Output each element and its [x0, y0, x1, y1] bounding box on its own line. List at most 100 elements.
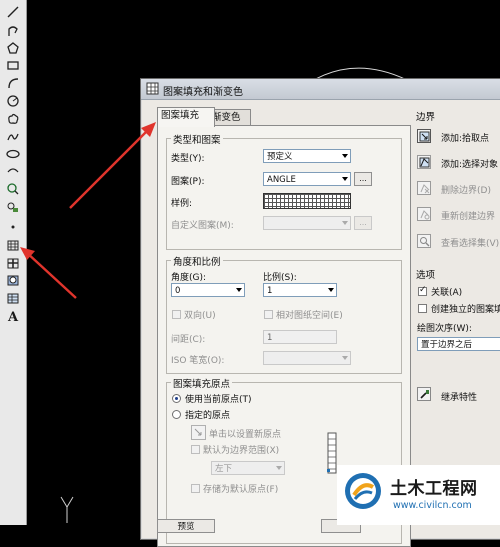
arc-tool-icon[interactable]: [6, 76, 20, 90]
draw-toolbar: A: [0, 0, 27, 525]
pattern-browse-button[interactable]: ...: [354, 172, 372, 186]
recreate-boundary-label: 重新创建边界: [441, 212, 496, 222]
pattern-swatch[interactable]: [263, 193, 351, 209]
remove-boundaries-button[interactable]: [417, 181, 431, 195]
watermark-url: www.civilcn.com: [393, 500, 472, 511]
pick-points-icon: [419, 131, 429, 141]
boundary-title: 边界: [416, 112, 436, 123]
use-current-origin-radio[interactable]: [172, 394, 181, 403]
view-selections-label: 查看选择集(V): [441, 239, 500, 249]
add-pick-points-label: 添加:拾取点: [441, 134, 490, 144]
draw-order-label: 绘图次序(W):: [417, 324, 472, 334]
custom-pattern-label: 自定义图案(M):: [171, 221, 234, 231]
magnifier-icon: [419, 236, 429, 246]
add-pick-points-button[interactable]: [417, 129, 431, 143]
associative-label: 关联(A): [431, 288, 463, 298]
preview-button[interactable]: 预览: [157, 519, 215, 533]
ellipse-arc-tool-icon[interactable]: [6, 164, 20, 178]
chevron-down-icon: [342, 221, 348, 225]
chevron-down-icon: [342, 154, 348, 158]
recreate-boundary-button[interactable]: [417, 207, 431, 221]
use-current-origin-label: 使用当前原点(T): [185, 395, 252, 405]
create-separate-hatches-label: 创建独立的图案填充: [431, 305, 500, 315]
inherit-properties-label: 继承特性: [441, 393, 478, 403]
dialog-titlebar[interactable]: 图案填充和渐变色: [141, 79, 500, 100]
inherit-properties-button[interactable]: [417, 387, 431, 401]
ucs-icon: [60, 496, 74, 523]
pattern-select[interactable]: ANGLE: [263, 172, 351, 186]
polygon-tool-icon[interactable]: [6, 41, 20, 55]
add-select-objects-label: 添加:选择对象: [441, 160, 499, 170]
angle-and-scale-title: 角度和比例: [171, 254, 223, 268]
region-tool-icon[interactable]: [6, 273, 20, 287]
chevron-down-icon: [342, 356, 348, 360]
dialog-title: 图案填充和渐变色: [163, 87, 243, 98]
remove-boundaries-label: 删除边界(D): [441, 186, 491, 196]
ellipse-tool-icon[interactable]: [6, 147, 20, 161]
pattern-label: 图案(P):: [171, 177, 205, 187]
rectangle-tool-icon[interactable]: [6, 58, 20, 72]
specified-origin-label: 指定的原点: [185, 411, 231, 421]
options-title: 选项: [416, 270, 436, 281]
custom-pattern-browse-button[interactable]: ...: [354, 216, 372, 230]
type-label: 类型(Y):: [171, 154, 205, 164]
type-select[interactable]: 预定义: [263, 149, 351, 163]
spacing-label: 间距(C):: [171, 335, 206, 345]
view-selections-button[interactable]: [417, 234, 431, 248]
store-default-origin-checkbox[interactable]: [191, 484, 200, 493]
iso-pen-width-label: ISO 笔宽(O):: [171, 356, 225, 366]
line-tool-icon[interactable]: [6, 5, 20, 19]
relative-to-paper-checkbox[interactable]: [264, 310, 273, 319]
hatch-origin-title: 图案填充原点: [171, 376, 233, 390]
angle-select[interactable]: 0: [171, 283, 245, 297]
pick-point-icon: [194, 428, 202, 436]
tab-hatch[interactable]: 图案填充: [157, 107, 215, 127]
watermark: 土木工程网 www.civilcn.com: [337, 465, 500, 525]
extent-position-select[interactable]: 左下: [211, 461, 285, 475]
watermark-title: 土木工程网: [390, 479, 478, 499]
double-label: 双向(U): [184, 311, 216, 321]
table-tool-icon[interactable]: [6, 291, 20, 305]
chevron-down-icon: [328, 288, 334, 292]
angle-and-scale-group: 角度和比例 角度(G): 0 比例(S): 1 双向(U) 相对图纸空间(E) …: [166, 254, 402, 374]
add-select-objects-button[interactable]: [417, 155, 431, 169]
make-block-tool-icon[interactable]: [6, 200, 20, 214]
chevron-down-icon: [342, 177, 348, 181]
draw-order-select[interactable]: 置于边界之后: [417, 337, 500, 351]
revcloud-tool-icon[interactable]: [6, 112, 20, 126]
click-set-origin-label: 单击以设置新原点: [209, 430, 282, 440]
hatch-tool-icon[interactable]: [6, 238, 20, 252]
recreate-boundary-icon: [420, 209, 429, 219]
insert-block-tool-icon[interactable]: [6, 182, 20, 196]
chevron-down-icon: [236, 288, 242, 292]
spline-tool-icon[interactable]: [6, 130, 20, 144]
angle-label: 角度(G):: [171, 273, 207, 283]
double-checkbox[interactable]: [172, 310, 181, 319]
polyline-tool-icon[interactable]: [6, 24, 20, 38]
set-origin-button[interactable]: [191, 425, 206, 440]
gradient-tool-icon[interactable]: [6, 256, 20, 270]
specified-origin-radio[interactable]: [172, 410, 181, 419]
multiline-text-tool-icon[interactable]: A: [6, 310, 20, 325]
chevron-down-icon: [276, 466, 282, 470]
civilcn-logo-icon: [345, 473, 381, 509]
store-default-origin-label: 存储为默认原点(F): [203, 485, 279, 495]
default-to-extent-checkbox[interactable]: [191, 445, 200, 454]
remove-boundary-icon: [420, 183, 429, 193]
type-and-pattern-group: 类型和图案 类型(Y): 预定义 图案(P): ANGLE ... 样例: 自定…: [166, 132, 402, 250]
circle-tool-icon[interactable]: [6, 94, 20, 108]
iso-pen-width-select[interactable]: [263, 351, 351, 365]
paintbrush-icon: [419, 389, 429, 399]
point-tool-icon[interactable]: [6, 220, 20, 234]
type-and-pattern-title: 类型和图案: [171, 132, 223, 146]
create-separate-hatches-checkbox[interactable]: [418, 304, 427, 313]
relative-to-paper-label: 相对图纸空间(E): [276, 311, 343, 321]
scale-label: 比例(S):: [263, 273, 297, 283]
swatch-label: 样例:: [171, 199, 193, 209]
custom-pattern-select[interactable]: [263, 216, 351, 230]
scale-select[interactable]: 1: [263, 283, 337, 297]
hatch-dialog-icon: [146, 82, 159, 95]
spacing-input[interactable]: 1: [263, 330, 337, 344]
associative-checkbox[interactable]: [418, 285, 427, 296]
select-objects-icon: [419, 157, 429, 167]
